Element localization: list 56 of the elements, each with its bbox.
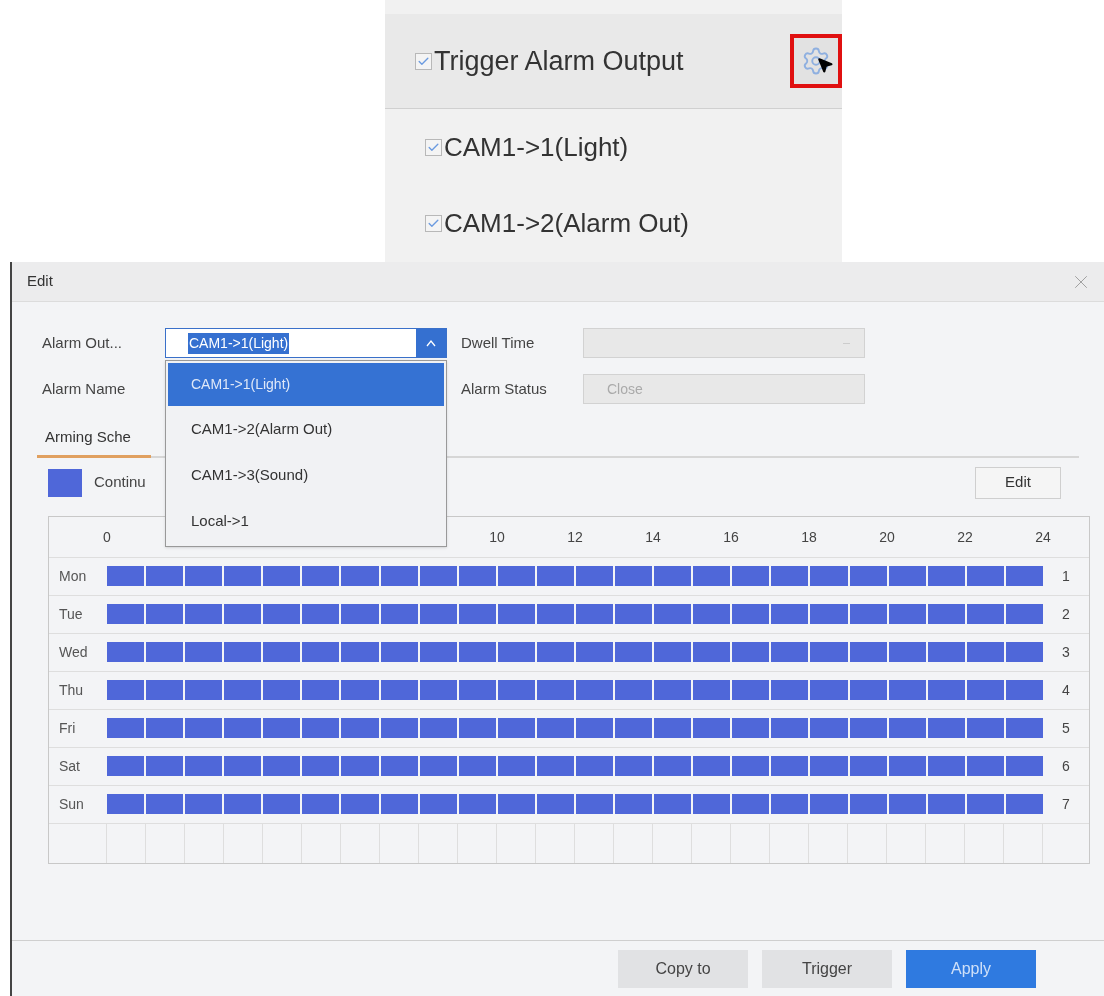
day-label: Tue xyxy=(58,604,84,624)
day-number: 3 xyxy=(1061,642,1071,662)
hour-label: 16 xyxy=(723,527,739,547)
field-label: Dwell Time xyxy=(461,332,536,353)
hour-label: 0 xyxy=(103,527,111,547)
day-number: 1 xyxy=(1061,566,1071,586)
hour-label: 12 xyxy=(567,527,583,547)
alarm-output-select[interactable]: CAM1->1(Light) xyxy=(165,328,447,358)
day-schedule-bar[interactable] xyxy=(107,718,1043,738)
caret-icon xyxy=(416,329,446,357)
checkbox[interactable] xyxy=(425,138,442,156)
day-label: Wed xyxy=(58,642,89,662)
settings-button[interactable] xyxy=(790,34,842,88)
field-label: Alarm Out... xyxy=(42,332,124,353)
day-number: 6 xyxy=(1061,756,1071,776)
settings-icon xyxy=(801,46,831,76)
day-schedule-bar[interactable] xyxy=(107,680,1043,700)
hour-label: 20 xyxy=(879,527,895,547)
field-label: Alarm Status xyxy=(461,378,548,399)
hour-label: 24 xyxy=(1035,527,1051,547)
day-number: 2 xyxy=(1061,604,1071,624)
day-number: 4 xyxy=(1061,680,1071,700)
checkbox[interactable] xyxy=(425,214,442,232)
day-schedule-bar[interactable] xyxy=(107,756,1043,776)
day-schedule-bar[interactable] xyxy=(107,642,1043,662)
dropdown-option[interactable]: CAM1->1(Light) xyxy=(168,363,444,406)
dialog-title: Edit xyxy=(27,271,53,292)
checkbox[interactable] xyxy=(415,52,432,70)
dropdown-option[interactable]: Local->1 xyxy=(168,498,444,544)
cursor-icon xyxy=(816,56,834,74)
tab[interactable]: Arming Sche xyxy=(37,426,151,458)
day-schedule-bar[interactable] xyxy=(107,604,1043,624)
legend-label: Continu xyxy=(94,472,146,493)
hour-label: 14 xyxy=(645,527,661,547)
dialog-button[interactable]: Trigger xyxy=(762,949,892,988)
day-label: Fri xyxy=(58,718,77,738)
field-label: Alarm Name xyxy=(42,378,127,399)
hour-label: 10 xyxy=(489,527,505,547)
day-number: 7 xyxy=(1061,794,1071,814)
hour-label: 18 xyxy=(801,527,817,547)
day-label: Sun xyxy=(58,794,85,814)
dialog-button[interactable]: Copy to xyxy=(618,949,748,988)
day-label: Mon xyxy=(58,566,88,586)
output-option-label: CAM1->1(Light) xyxy=(444,130,629,164)
hour-label: 22 xyxy=(957,527,973,547)
day-schedule-bar[interactable] xyxy=(107,566,1043,586)
edit-button[interactable]: Edit xyxy=(975,466,1061,499)
trigger-alarm-output-label: Trigger Alarm Output xyxy=(434,44,684,78)
dropdown-option[interactable]: CAM1->2(Alarm Out) xyxy=(168,406,444,452)
output-option-label: CAM1->2(Alarm Out) xyxy=(444,206,689,240)
dropdown-option[interactable]: CAM1->3(Sound) xyxy=(168,452,444,498)
day-number: 5 xyxy=(1061,718,1071,738)
day-label: Sat xyxy=(58,756,81,776)
day-schedule-bar[interactable] xyxy=(107,794,1043,814)
alarm-status-field: Close xyxy=(583,374,865,404)
day-label: Thu xyxy=(58,680,85,700)
